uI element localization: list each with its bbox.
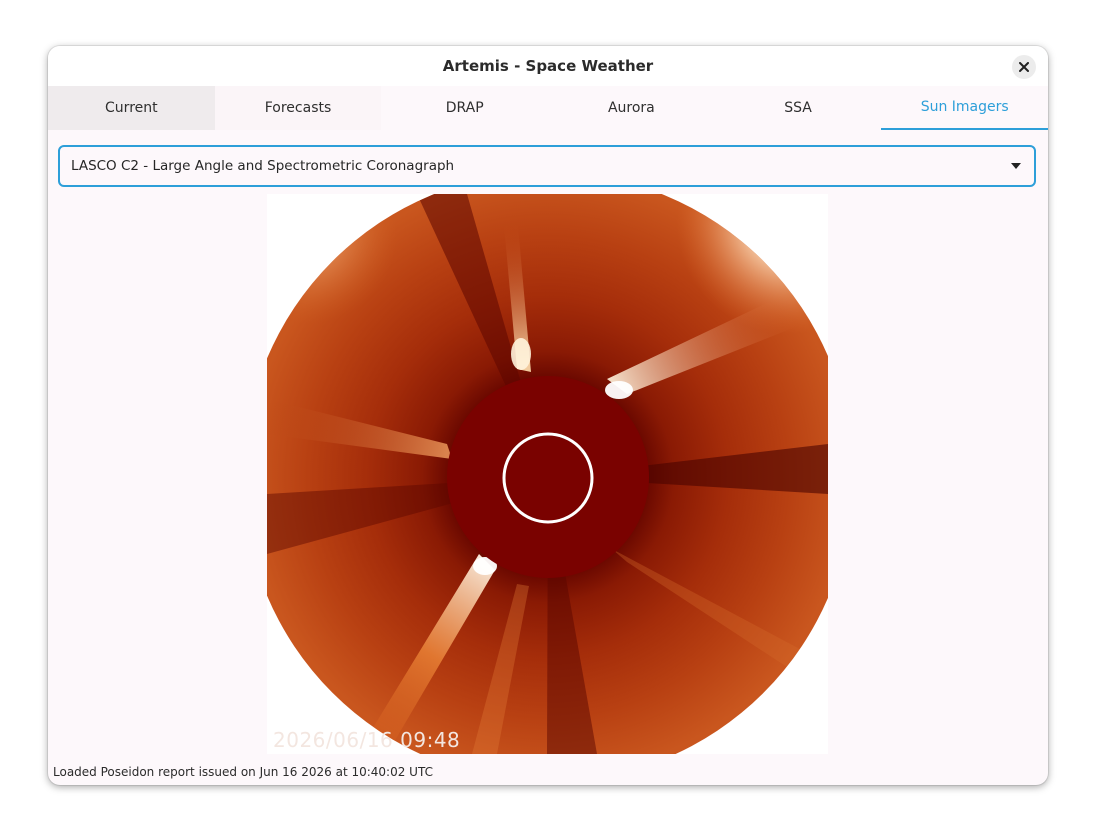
tab-drap[interactable]: DRAP: [381, 86, 549, 130]
imager-select-value: LASCO C2 - Large Angle and Spectrometric…: [71, 158, 455, 174]
tab-bar: Current Forecasts DRAP Aurora SSA Sun Im…: [48, 86, 1048, 130]
imager-select[interactable]: LASCO C2 - Large Angle and Spectrometric…: [58, 145, 1036, 187]
title-bar: Artemis - Space Weather: [48, 46, 1048, 86]
close-button[interactable]: [1012, 55, 1036, 79]
tab-current[interactable]: Current: [48, 86, 215, 130]
caret-down-icon: [1011, 163, 1021, 169]
coronagraph-picture: [267, 194, 828, 754]
tab-aurora[interactable]: Aurora: [548, 86, 715, 130]
image-timestamp: 2026/06/16 09:48: [273, 728, 461, 752]
close-icon: [1019, 62, 1029, 72]
tab-ssa[interactable]: SSA: [714, 86, 882, 130]
tab-sun-imagers[interactable]: Sun Imagers: [881, 86, 1048, 130]
status-text: Loaded Poseidon report issued on Jun 16 …: [53, 765, 433, 779]
coronagraph-image: 2026/06/16 09:48: [267, 194, 828, 754]
tab-forecasts[interactable]: Forecasts: [214, 86, 382, 130]
window-title: Artemis - Space Weather: [442, 57, 654, 75]
app-window: Artemis - Space Weather Current Forecast…: [48, 46, 1048, 785]
